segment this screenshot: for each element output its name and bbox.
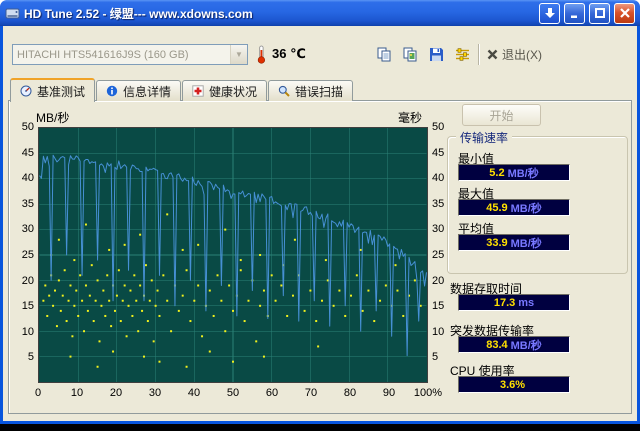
download-button[interactable] — [539, 2, 560, 24]
tab-error-scan[interactable]: 错误扫描 — [268, 80, 354, 101]
x-tick-label: 80 — [343, 387, 357, 399]
x-tick-label: 70 — [304, 387, 318, 399]
chevron-down-icon[interactable]: ▼ — [230, 45, 247, 64]
thermometer-icon — [257, 45, 266, 64]
start-button-label: 开始 — [489, 108, 514, 123]
download-icon — [544, 8, 555, 18]
access-time-value: 17.3 — [493, 296, 516, 309]
avg-value: 33.9 — [486, 236, 508, 249]
x-tick-label: 40 — [187, 387, 201, 399]
minimize-icon — [570, 15, 577, 18]
save-screenshot-button[interactable] — [424, 43, 449, 66]
cpu-usage-value: 3.6% — [499, 378, 526, 391]
bottom-black-strip — [0, 424, 640, 431]
burst-rate-value: 83.4 — [486, 338, 508, 351]
x-tick-label: 30 — [148, 387, 162, 399]
exit-x-icon — [487, 49, 498, 60]
info-icon — [106, 85, 118, 97]
tab-bar: 基准测试 信息详情 健康状况 错误扫描 — [10, 78, 354, 102]
drive-select[interactable]: HITACHI HTS541616J9S (160 GB) ▼ — [12, 44, 248, 65]
x-tick-label: 90 — [382, 387, 396, 399]
x-tick-label: 0 — [34, 387, 42, 399]
access-time-unit: ms — [518, 296, 535, 309]
benchmark-plot — [39, 128, 427, 382]
temperature-indicator: 36 ℃ — [256, 43, 306, 65]
tab-label: 健康状况 — [209, 84, 258, 99]
y-axis-left-title: MB/秒 — [36, 111, 70, 125]
maximize-icon — [594, 8, 605, 18]
start-button[interactable]: 开始 — [462, 104, 541, 126]
copy-image-button[interactable] — [398, 43, 423, 66]
burst-rate-unit: MB/秒 — [510, 339, 542, 352]
toolbar-separator — [478, 44, 480, 65]
temperature-value: 36 ℃ — [272, 46, 306, 61]
save-icon — [430, 48, 443, 61]
x-tick-label: 60 — [265, 387, 279, 399]
tab-label: 信息详情 — [123, 84, 172, 99]
cpu-usage-value-box: 3.6% — [458, 376, 570, 393]
avg-unit: MB/秒 — [510, 237, 542, 250]
close-icon — [619, 8, 630, 18]
burst-rate-value-box: 83.4 MB/秒 — [458, 336, 570, 353]
copy-image-icon — [403, 47, 417, 62]
x-tick-label: 100% — [413, 387, 443, 399]
y-tick-label: 40 — [21, 172, 34, 185]
max-value: 45.9 — [486, 201, 508, 214]
options-icon — [456, 48, 469, 61]
app-icon — [5, 6, 20, 21]
y-tick-label: 20 — [21, 274, 34, 287]
plot-area — [38, 127, 428, 383]
drive-select-value: HITACHI HTS541616J9S (160 GB) — [17, 48, 189, 61]
transfer-rate-group-title: 传输速率 — [456, 129, 513, 146]
x-tick-label: 20 — [109, 387, 123, 399]
maximize-button[interactable] — [589, 2, 610, 24]
health-cross-icon — [192, 85, 204, 97]
y-tick-label: 30 — [21, 223, 34, 236]
y-tick-label: 10 — [21, 325, 34, 338]
tab-info[interactable]: 信息详情 — [96, 80, 182, 101]
y-axis-right-title: 毫秒 — [398, 111, 423, 125]
access-time-value-box: 17.3 ms — [458, 294, 570, 311]
window-title: HD Tune 2.52 - 绿盟--- www.xdowns.com — [24, 6, 253, 21]
scan-magnifier-icon — [278, 85, 290, 97]
y-axis-left-ticks: 50 45 40 35 30 25 20 15 10 5 — [8, 121, 34, 383]
y-tick-label: 5 — [27, 351, 34, 364]
close-button[interactable] — [614, 2, 635, 24]
tab-benchmark[interactable]: 基准测试 — [10, 78, 96, 102]
x-tick-label: 10 — [70, 387, 84, 399]
copy-text-icon — [377, 47, 391, 62]
copy-text-button[interactable] — [372, 43, 397, 66]
exit-label: 退出(X) — [502, 48, 542, 62]
y-tick-label: 50 — [21, 121, 34, 133]
y-tick-label: 45 — [21, 146, 34, 159]
tab-health[interactable]: 健康状况 — [182, 80, 268, 101]
titlebar: HD Tune 2.52 - 绿盟--- www.xdowns.com — [0, 0, 640, 26]
x-axis-ticks: 0 10 20 30 40 50 60 70 80 90 100% — [35, 387, 442, 401]
tab-label: 错误扫描 — [295, 84, 344, 99]
min-unit: MB/秒 — [507, 167, 539, 180]
y-tick-label: 15 — [21, 300, 34, 313]
y-tick-label: 25 — [21, 249, 34, 261]
x-tick-label: 50 — [226, 387, 240, 399]
avg-value-box: 33.9 MB/秒 — [458, 234, 570, 251]
options-button[interactable] — [450, 43, 475, 66]
min-value: 5.2 — [489, 166, 505, 179]
max-value-box: 45.9 MB/秒 — [458, 199, 570, 216]
benchmark-gauge-icon — [20, 85, 32, 97]
tab-label: 基准测试 — [37, 84, 86, 99]
min-value-box: 5.2 MB/秒 — [458, 164, 570, 181]
exit-button[interactable]: 退出(X) — [487, 45, 542, 64]
max-unit: MB/秒 — [510, 202, 542, 215]
hd-tune-window: HD Tune 2.52 - 绿盟--- www.xdowns.com HITA… — [0, 0, 640, 424]
minimize-button[interactable] — [564, 2, 585, 24]
y-tick-label: 35 — [21, 197, 34, 210]
